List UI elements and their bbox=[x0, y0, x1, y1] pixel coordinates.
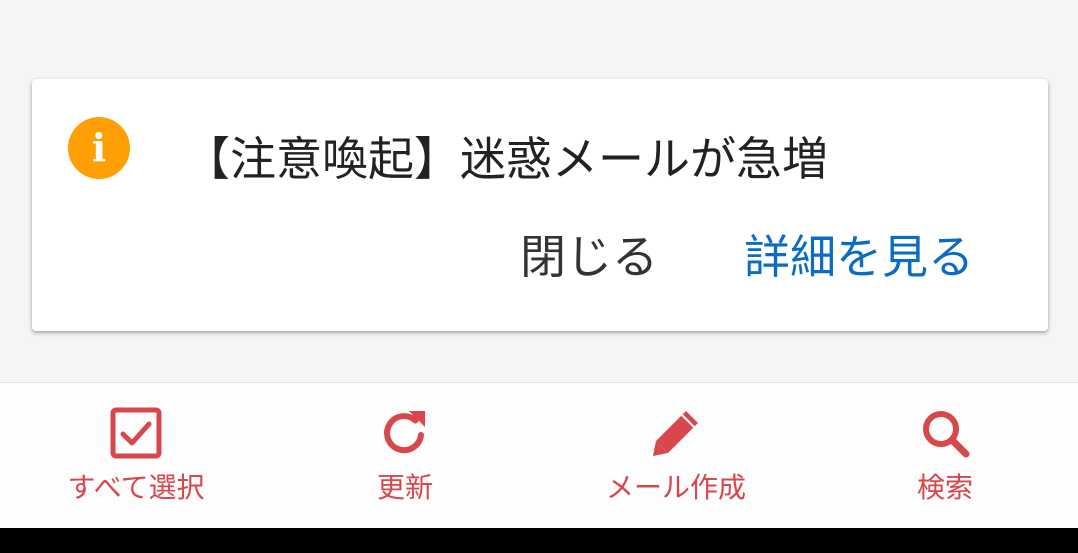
select-all-button[interactable]: すべて選択 bbox=[56, 405, 216, 517]
dismiss-button[interactable]: 閉じる bbox=[520, 227, 658, 287]
search-label: 検索 bbox=[916, 471, 973, 504]
info-icon: i bbox=[68, 117, 130, 179]
search-button[interactable]: 検索 bbox=[884, 405, 1006, 517]
checkbox-checked-icon bbox=[110, 407, 162, 459]
refresh-label: 更新 bbox=[376, 471, 433, 504]
mail-screen: i 【注意喚起】迷惑メールが急増 閉じる 詳細を見る すべて選択 更新 メール作… bbox=[0, 0, 1078, 553]
refresh-icon bbox=[384, 411, 425, 454]
pencil-icon bbox=[653, 411, 698, 456]
notice-title: 【注意喚起】迷惑メールが急増 bbox=[184, 132, 828, 186]
bottom-toolbar: すべて選択 更新 メール作成 検索 bbox=[0, 382, 1078, 528]
compose-mail-label: メール作成 bbox=[605, 471, 746, 504]
view-details-button[interactable]: 詳細を見る bbox=[744, 227, 974, 287]
search-icon bbox=[923, 411, 970, 458]
compose-mail-button[interactable]: メール作成 bbox=[596, 405, 756, 517]
system-navigation-bar bbox=[0, 528, 1078, 553]
notice-banner: i 【注意喚起】迷惑メールが急増 閉じる 詳細を見る bbox=[32, 79, 1048, 331]
refresh-button[interactable]: 更新 bbox=[344, 405, 466, 517]
select-all-label: すべて選択 bbox=[67, 471, 205, 504]
